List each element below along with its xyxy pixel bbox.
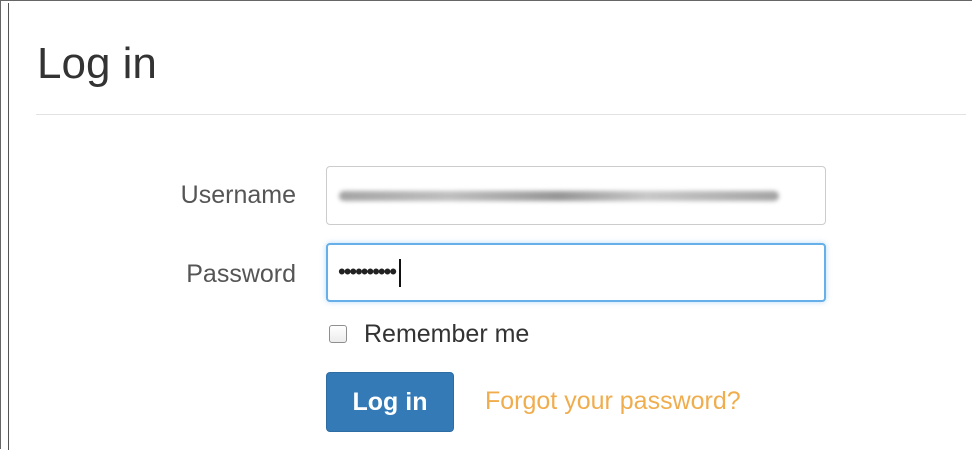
- title-divider: [36, 114, 966, 115]
- password-value: ••••••••••: [338, 257, 402, 288]
- username-input[interactable]: [326, 166, 826, 225]
- password-dots: ••••••••••: [338, 259, 397, 284]
- page-title: Log in: [37, 39, 157, 88]
- password-label: Password: [186, 260, 296, 288]
- password-input[interactable]: ••••••••••: [326, 243, 826, 302]
- username-label: Username: [180, 181, 296, 209]
- forgot-password-link[interactable]: Forgot your password?: [485, 384, 741, 418]
- remember-me-row[interactable]: Remember me: [329, 317, 529, 351]
- redacted-username-value: [339, 191, 779, 201]
- remember-me-label[interactable]: Remember me: [364, 317, 529, 351]
- login-panel: Log in Username Password •••••••••• Reme…: [0, 0, 972, 450]
- login-button[interactable]: Log in: [326, 372, 454, 432]
- panel-edge: [8, 3, 9, 450]
- remember-me-checkbox[interactable]: [329, 325, 347, 343]
- text-caret: [399, 259, 402, 288]
